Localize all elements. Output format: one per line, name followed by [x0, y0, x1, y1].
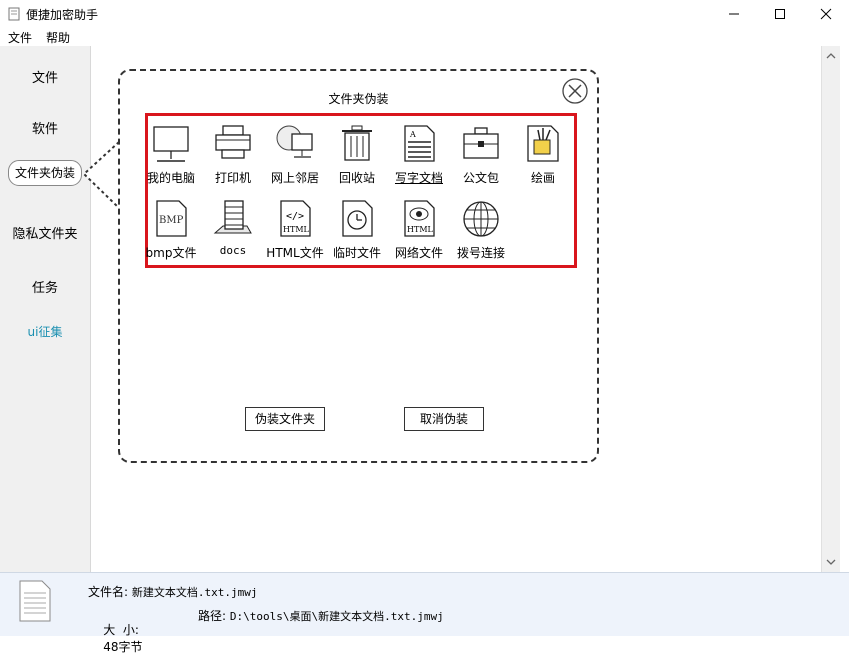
filename-label: 文件名:: [88, 585, 129, 599]
icon-label: 拨号连接: [456, 246, 505, 260]
svg-text:A: A: [409, 130, 416, 139]
globe-icon: [463, 201, 499, 237]
filename-value: 新建文本文档.txt.jmwj: [131, 586, 258, 599]
close-icon: [820, 8, 832, 20]
minimize-icon: [729, 13, 739, 15]
sidebar: 文件 软件 文件夹伪装 隐私文件夹 任务 ui征集: [0, 46, 91, 572]
text-document-icon: A: [404, 125, 435, 162]
icon-option-dial-up[interactable]: 拨号连接: [450, 199, 512, 269]
icon-option-text-document[interactable]: A 写字文档: [388, 124, 450, 194]
path-row: 路径: D:\tools\桌面\新建文本文档.txt.jmwj: [198, 607, 444, 624]
minimize-button[interactable]: [711, 0, 757, 28]
close-window-button[interactable]: [803, 0, 849, 28]
scroll-up-icon[interactable]: [826, 52, 836, 60]
sidebar-item-software[interactable]: 软件: [0, 118, 90, 137]
briefcase-icon: [463, 127, 499, 159]
temp-file-icon: [342, 200, 373, 237]
app-icon: [8, 7, 20, 21]
path-value: D:\tools\桌面\新建文本文档.txt.jmwj: [229, 610, 444, 623]
icon-option-network-neighborhood[interactable]: 网上邻居: [264, 124, 326, 194]
icon-option-printer[interactable]: 打印机: [202, 124, 264, 194]
network-neighborhood-icon: [276, 125, 313, 158]
html-file-icon: </> HTML: [280, 200, 311, 237]
maximize-icon: [775, 9, 785, 19]
folder-disguise-dialog: 文件夹伪装 我的电脑 打印机 网上邻居 回收站 A 写字文档 公文包 绘画 BM…: [118, 69, 599, 463]
icon-option-docs[interactable]: docs: [202, 199, 264, 269]
docs-stack-icon: [213, 200, 252, 234]
dialog-close-icon[interactable]: [562, 78, 588, 104]
filename-row: 文件名: 新建文本文档.txt.jmwj: [88, 583, 257, 600]
scroll-down-icon[interactable]: [826, 558, 836, 566]
size-value: 48字节: [103, 640, 143, 654]
text-file-icon: [19, 580, 51, 622]
icon-option-recycle-bin[interactable]: 回收站: [326, 124, 388, 194]
sidebar-item-ui-collect[interactable]: ui征集: [0, 323, 90, 340]
icon-option-my-computer[interactable]: 我的电脑: [140, 124, 202, 194]
icon-option-bmp-file[interactable]: BMP bmp文件: [140, 199, 202, 269]
vertical-scrollbar[interactable]: [821, 46, 840, 572]
title-bar: 便捷加密助手: [0, 0, 849, 28]
menu-bar: 文件 帮助: [0, 28, 849, 46]
path-label: 路径:: [198, 609, 227, 623]
sidebar-item-file[interactable]: 文件: [0, 67, 90, 86]
icon-option-briefcase[interactable]: 公文包: [450, 124, 512, 194]
recycle-bin-icon: [342, 125, 372, 161]
disguise-folder-button[interactable]: 伪装文件夹: [245, 407, 325, 431]
icon-option-temp-file[interactable]: 临时文件: [326, 199, 388, 269]
svg-text:HTML: HTML: [407, 225, 434, 234]
icon-label: 绘画: [530, 171, 555, 185]
sidebar-item-private-folder[interactable]: 隐私文件夹: [0, 223, 90, 242]
sidebar-item-tasks[interactable]: 任务: [0, 277, 90, 296]
file-info-bar: 文件名: 新建文本文档.txt.jmwj 大 小: 48字节 路径: D:\to…: [0, 572, 849, 654]
printer-icon: [215, 125, 251, 159]
paint-icon: [527, 125, 559, 162]
disguise-icon-grid: 我的电脑 打印机 网上邻居 回收站 A 写字文档 公文包 绘画 BMP bmp文…: [145, 113, 577, 268]
size-row: 大 小: 48字节: [88, 607, 143, 669]
menu-file[interactable]: 文件: [8, 29, 32, 46]
sidebar-item-folder-disguise[interactable]: 文件夹伪装: [8, 160, 82, 186]
svg-text:HTML: HTML: [283, 225, 310, 234]
icon-option-paint[interactable]: 绘画: [512, 124, 574, 194]
svg-text:</>: </>: [286, 211, 304, 222]
menu-help[interactable]: 帮助: [46, 29, 70, 46]
icon-option-network-file[interactable]: HTML 网络文件: [388, 199, 450, 269]
cancel-disguise-button[interactable]: 取消伪装: [404, 407, 484, 431]
bmp-file-icon: BMP: [156, 200, 187, 237]
computer-icon: [153, 126, 189, 162]
icon-option-html-file[interactable]: </> HTML HTML文件: [264, 199, 326, 269]
network-file-icon: HTML: [404, 200, 435, 237]
svg-text:BMP: BMP: [159, 215, 184, 226]
maximize-button[interactable]: [757, 0, 803, 28]
dialog-title: 文件夹伪装: [328, 92, 389, 106]
window-title: 便捷加密助手: [26, 8, 99, 22]
